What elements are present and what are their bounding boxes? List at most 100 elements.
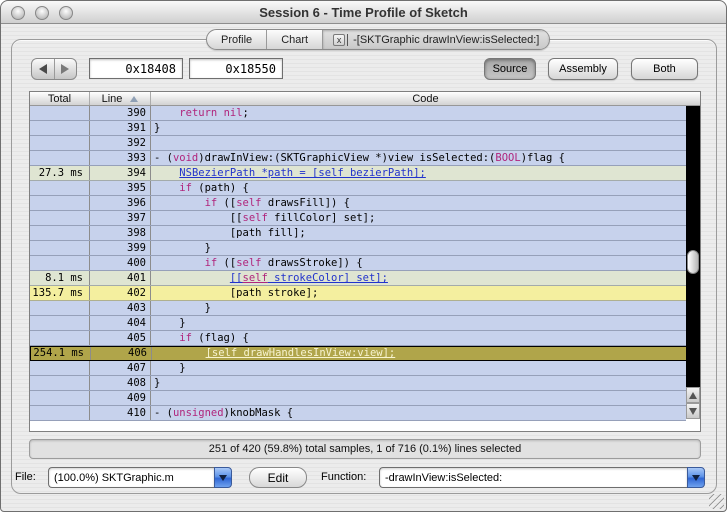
code-cell: return nil; — [151, 106, 700, 120]
total-cell — [30, 196, 90, 210]
resize-grip-icon[interactable] — [709, 494, 724, 509]
window-title: Session 6 - Time Profile of Sketch — [259, 5, 468, 20]
total-cell — [30, 376, 90, 390]
code-segment: } — [154, 122, 161, 134]
table-row[interactable]: 393- (void)drawInView:(SKTGraphicView *)… — [30, 151, 700, 166]
file-combo-field[interactable] — [48, 467, 214, 488]
tab-chart[interactable]: Chart — [267, 30, 324, 49]
vertical-scrollbar — [686, 106, 700, 431]
table-row[interactable]: 396 if ([self drawsFill]) { — [30, 196, 700, 211]
function-combo-field[interactable] — [379, 467, 687, 488]
tab-function-active[interactable]: x -[SKTGraphic drawInView:isSelected:] — [323, 30, 550, 49]
scrollbar-track[interactable] — [686, 106, 700, 387]
scrollbar-thumb[interactable] — [687, 250, 699, 274]
code-segment: (path) { — [191, 182, 249, 194]
table-row[interactable]: 409 — [30, 391, 700, 406]
code-segment: if — [204, 257, 218, 269]
total-cell — [30, 181, 90, 195]
table-row[interactable]: 390 return nil; — [30, 106, 700, 121]
table-row[interactable]: 395 if (path) { — [30, 181, 700, 196]
line-number-cell: 396 — [90, 196, 151, 210]
code-segment: self — [236, 197, 262, 209]
table-row[interactable]: 397 [[self fillColor] set]; — [30, 211, 700, 226]
column-header-total[interactable]: Total — [30, 92, 90, 105]
address-start-field[interactable] — [89, 58, 183, 79]
line-number-cell: 409 — [90, 391, 151, 405]
table-row[interactable]: 391} — [30, 121, 700, 136]
table-row[interactable]: 27.3 ms 394 NSBezierPath *path = [self be… — [30, 166, 700, 181]
tab-profile[interactable]: Profile — [207, 30, 268, 49]
tab-divider — [347, 33, 349, 46]
line-number-cell: 394 — [90, 166, 151, 180]
edit-button[interactable]: Edit — [249, 467, 307, 488]
code-segment: BOOL — [495, 152, 521, 164]
code-segment: (flag) { — [191, 332, 249, 344]
code-segment: )knobMask { — [223, 407, 294, 419]
code-cell: } — [151, 376, 700, 390]
column-header-code[interactable]: Code — [151, 92, 700, 105]
table-row[interactable]: 392 — [30, 136, 700, 151]
assembly-view-button[interactable]: Assembly — [548, 58, 618, 80]
table-row[interactable]: 403 } — [30, 301, 700, 316]
code-segment: } — [154, 362, 186, 374]
app-window: Session 6 - Time Profile of Sketch Profi… — [0, 0, 727, 512]
code-cell: if ([self drawsStroke]) { — [151, 256, 700, 270]
table-row[interactable]: 135.7 ms 402 [path stroke]; — [30, 286, 700, 301]
code-segment: strokeColor] set]; — [267, 272, 388, 284]
file-combo-dropdown-button[interactable] — [214, 467, 232, 488]
code-segment: drawsFill]) { — [261, 197, 351, 209]
status-bar: 251 of 420 (59.8%) total samples, 1 of 7… — [29, 439, 701, 459]
source-view-button[interactable]: Source — [484, 58, 536, 80]
code-header-label: Code — [412, 92, 439, 105]
scroll-up-icon — [689, 391, 697, 399]
table-row[interactable]: 407 } — [30, 361, 700, 376]
address-end-field[interactable] — [189, 58, 283, 79]
total-cell — [30, 106, 90, 120]
table-row[interactable]: 404 } — [30, 316, 700, 331]
table-row[interactable]: 398 [path fill]; — [30, 226, 700, 241]
code-segment: self — [236, 257, 262, 269]
function-combo — [379, 467, 705, 488]
code-segment: - ( — [154, 407, 173, 419]
total-cell — [30, 301, 90, 315]
forward-button[interactable] — [55, 59, 77, 79]
table-row[interactable]: 254.1 ms 406 [self drawHandlesInView:view… — [30, 346, 700, 361]
line-number-cell: 397 — [90, 211, 151, 225]
table-row[interactable]: 410- (unsigned)knobMask { — [30, 406, 700, 421]
code-segment: )flag { — [520, 152, 565, 164]
total-cell: 254.1 ms — [31, 347, 91, 360]
function-combo-dropdown-button[interactable] — [687, 467, 705, 488]
history-nav — [31, 58, 77, 80]
table-row[interactable]: 8.1 ms 401 [[self strokeColor] set]; — [30, 271, 700, 286]
code-cell: } — [151, 316, 700, 330]
close-tab-icon[interactable]: x — [333, 33, 346, 46]
code-segment: } — [154, 302, 211, 314]
table-row[interactable]: 405 if (flag) { — [30, 331, 700, 346]
back-button[interactable] — [32, 59, 55, 79]
status-text: 251 of 420 (59.8%) total samples, 1 of 7… — [208, 443, 522, 455]
code-cell: } — [151, 121, 700, 135]
column-header-line[interactable]: Line — [90, 92, 151, 105]
file-label: File: — [15, 471, 36, 483]
line-number-cell: 400 — [90, 256, 151, 270]
line-number-cell: 403 — [90, 301, 151, 315]
code-cell: if ([self drawsFill]) { — [151, 196, 700, 210]
scroll-down-button[interactable] — [686, 403, 700, 419]
code-segment: unsigned — [172, 407, 224, 419]
code-segment: if — [179, 332, 192, 344]
table-row[interactable]: 399 } — [30, 241, 700, 256]
both-view-button[interactable]: Both — [631, 58, 698, 80]
total-cell — [30, 316, 90, 330]
total-cell — [30, 121, 90, 135]
code-segment: nil — [223, 107, 243, 119]
scroll-up-button[interactable] — [686, 387, 700, 403]
table-row[interactable]: 400 if ([self drawsStroke]) { — [30, 256, 700, 271]
table-row[interactable]: 408} — [30, 376, 700, 391]
tab-profile-label: Profile — [221, 33, 253, 46]
tab-chart-label: Chart — [281, 33, 309, 46]
